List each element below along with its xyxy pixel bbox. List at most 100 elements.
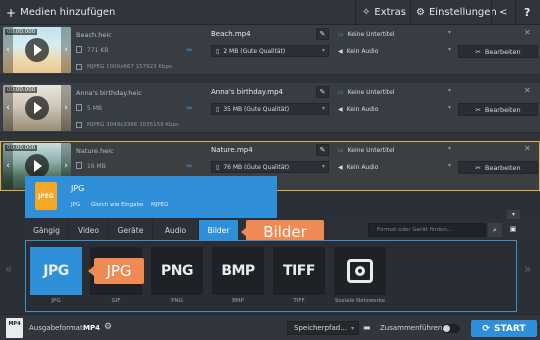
audio-icon: ◀ — [338, 105, 343, 113]
source-size: 771 KB — [87, 47, 109, 54]
scroll-left-icon[interactable]: « — [5, 262, 12, 276]
format-label: BMP — [232, 298, 244, 304]
popup-codec: MJPEG — [151, 202, 169, 208]
arrow-icon: ››› — [186, 104, 192, 112]
prev-icon[interactable]: ‹ — [3, 143, 13, 189]
tab-video[interactable]: Video — [69, 220, 109, 240]
output-format-label: Ausgabeformat: — [29, 324, 86, 332]
share-button[interactable]: < — [499, 0, 507, 25]
tab-geraete[interactable]: Geräte — [109, 220, 153, 240]
callout-pointer — [241, 227, 247, 237]
edit-label: Bearbeiten — [484, 163, 521, 172]
help-icon: ? — [524, 6, 531, 19]
info-icon — [76, 122, 82, 128]
share-icon: < — [499, 7, 508, 18]
folder-icon[interactable]: ▬ — [363, 323, 371, 332]
convert-button[interactable]: ⟳ START — [471, 320, 537, 337]
audio-label: Kein Audio — [346, 163, 379, 171]
callout-text: Bilder — [263, 223, 307, 241]
device-detect-button[interactable]: ▣ — [507, 222, 519, 236]
edit-button[interactable]: ✂ Bearbeiten — [458, 103, 538, 116]
format-search-input[interactable]: Format oder Gerät finden... — [368, 223, 486, 237]
format-hint-callout: JPG — [94, 258, 144, 284]
close-icon[interactable]: ✕ — [524, 144, 531, 153]
subtitle-icon: ▭ — [338, 146, 344, 154]
jpg-file-icon: JPEG — [35, 182, 57, 210]
file-icon — [76, 46, 82, 53]
gear-icon[interactable]: ⚙ — [104, 322, 112, 332]
source-filename: Anna's birthday.heic — [76, 89, 142, 97]
pencil-icon: ✎ — [319, 146, 326, 154]
output-size-dropdown[interactable]: ▯ 76 MB (Gute Qualität) ▾ — [211, 161, 329, 173]
tiff-icon: TIFF — [283, 263, 315, 279]
thumbnail[interactable]: 00:00:000 ‹ › — [3, 85, 71, 131]
audio-icon: ◀ — [338, 163, 343, 171]
rename-button[interactable]: ✎ — [316, 144, 329, 156]
settings-button[interactable]: ⚙ Einstellungen — [416, 0, 497, 25]
subtitle-dropdown[interactable]: ▭ Keine Untertitel ▾ — [334, 28, 454, 40]
play-icon[interactable] — [25, 96, 49, 120]
file-row[interactable]: 00:00:000 ‹ › Beach.heic 771 KB MJPEG 10… — [0, 25, 540, 75]
format-tiff[interactable]: TIFF — [273, 247, 325, 295]
next-icon[interactable]: › — [61, 27, 71, 73]
pencil-icon: ✎ — [319, 30, 326, 38]
save-path-dropdown[interactable]: Speicherpfad... ▾ — [287, 321, 359, 335]
format-png[interactable]: PNG — [151, 247, 203, 295]
scroll-right-icon[interactable]: » — [524, 262, 531, 276]
convert-label: START — [493, 323, 526, 334]
rename-button[interactable]: ✎ — [316, 28, 329, 40]
file-icon — [76, 162, 82, 169]
thumbnail[interactable]: 00:00:000 ‹ › — [3, 27, 71, 73]
camera-icon — [347, 259, 373, 283]
popup-format: JPG — [71, 202, 81, 208]
prev-icon[interactable]: ‹ — [3, 85, 13, 131]
prev-icon[interactable]: ‹ — [3, 27, 13, 73]
popup-same-as-input: Gleich wie Eingabe — [91, 202, 144, 208]
output-size: 35 MB (Gute Qualität) — [223, 105, 290, 113]
rename-button[interactable]: ✎ — [316, 86, 329, 98]
play-icon[interactable] — [25, 38, 49, 62]
format-label: Soziale Netzwerke — [334, 298, 386, 304]
magic-wand-icon: ✧ — [362, 7, 371, 18]
subtitle-label: Keine Untertitel — [347, 146, 395, 154]
chevron-down-icon: ▾ — [321, 163, 325, 170]
help-button[interactable]: ? — [524, 0, 530, 25]
audio-dropdown[interactable]: ◀ Kein Audio ▾ — [334, 103, 454, 115]
format-jpg[interactable]: JPG — [30, 247, 82, 295]
output-size-dropdown[interactable]: ▯ 2 MB (Gute Qualität) ▾ — [211, 45, 329, 57]
merge-label: Zusammenführen: — [380, 324, 445, 332]
close-icon[interactable]: ✕ — [524, 86, 531, 95]
source-filename: Beach.heic — [76, 31, 112, 39]
close-icon[interactable]: ✕ — [524, 28, 531, 37]
subtitle-dropdown[interactable]: ▭ Keine Untertitel ▾ — [334, 86, 454, 98]
audio-dropdown[interactable]: ◀ Kein Audio ▾ — [334, 161, 454, 173]
play-icon[interactable] — [25, 154, 49, 178]
edit-label: Bearbeiten — [484, 105, 521, 114]
format-label: JPG — [51, 298, 61, 304]
edit-button[interactable]: ✂ Bearbeiten — [458, 161, 538, 174]
pencil-icon: ✎ — [319, 88, 326, 96]
tab-bilder[interactable]: Bilder — [199, 220, 239, 240]
format-bmp[interactable]: BMP — [212, 247, 264, 295]
output-size: 2 MB (Gute Qualität) — [223, 47, 286, 55]
tab-audio[interactable]: Audio — [153, 220, 199, 240]
audio-dropdown[interactable]: ◀ Kein Audio ▾ — [334, 45, 454, 57]
tab-gaengig[interactable]: Gängig — [25, 220, 69, 240]
arrow-icon: ››› — [186, 46, 192, 54]
output-size-dropdown[interactable]: ▯ 35 MB (Gute Qualität) ▾ — [211, 103, 329, 115]
add-media-label: Medien hinzufügen — [20, 7, 116, 18]
subtitle-dropdown[interactable]: ▭ Keine Untertitel ▾ — [334, 144, 454, 156]
extras-button[interactable]: ✧ Extras — [362, 0, 406, 25]
next-icon[interactable]: › — [61, 85, 71, 131]
format-social[interactable] — [334, 247, 386, 295]
tab-label: Audio — [164, 225, 187, 235]
search-button[interactable]: ⌕ — [488, 223, 502, 237]
collapse-button[interactable]: ▾ — [507, 210, 520, 219]
tab-label: Geräte — [117, 225, 144, 235]
file-row[interactable]: 00:00:000 ‹ › Anna's birthday.heic 5 MB … — [0, 83, 540, 133]
gear-icon: ⚙ — [416, 7, 425, 18]
popup-title: JPG — [71, 184, 85, 193]
add-media-button[interactable]: + Medien hinzufügen — [6, 0, 115, 25]
edit-button[interactable]: ✂ Bearbeiten — [458, 45, 538, 58]
merge-toggle[interactable] — [442, 324, 460, 333]
